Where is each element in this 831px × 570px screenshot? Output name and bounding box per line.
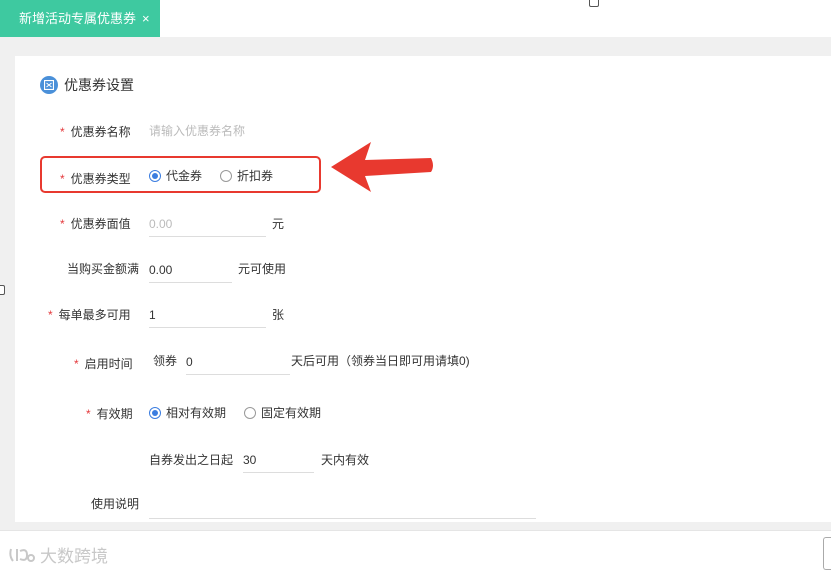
- scroll-edge-handle[interactable]: [823, 537, 831, 570]
- min-purchase-input[interactable]: [149, 258, 232, 283]
- radio-dot-icon: [244, 406, 257, 419]
- face-value-label-text: 优惠券面值: [70, 217, 131, 231]
- radio-dot-icon: [220, 169, 233, 182]
- coupon-name-label-text: 优惠券名称: [70, 125, 131, 139]
- watermark: 大数跨境: [8, 542, 108, 567]
- start-time-prefix: 领券: [153, 354, 178, 368]
- window-resize-handle[interactable]: [0, 285, 5, 295]
- radio-voucher-label: 代金券: [166, 169, 203, 183]
- radio-discount-label: 折扣券: [237, 169, 274, 183]
- validity-radio-group: 相对有效期 固定有效期: [149, 404, 337, 421]
- start-time-suffix: 天后可用（领券当日即可用请填0): [291, 354, 470, 368]
- coupon-type-label: * 优惠券类型: [60, 171, 131, 187]
- start-time-input[interactable]: [186, 350, 290, 375]
- red-arrow-annotation-icon: [331, 142, 433, 192]
- face-value-label: * 优惠券面值: [60, 216, 131, 232]
- radio-relative-validity[interactable]: 相对有效期: [149, 404, 226, 421]
- radio-dot-icon: [149, 406, 161, 419]
- radio-fixed-label: 固定有效期: [261, 406, 322, 420]
- max-per-order-label: * 每单最多可用: [48, 307, 131, 323]
- tab-close-icon[interactable]: ×: [142, 11, 150, 26]
- face-value-input[interactable]: [149, 212, 266, 237]
- start-time-label: * 启用时间: [74, 356, 133, 372]
- radio-relative-label: 相对有效期: [166, 406, 227, 420]
- coupon-type-radio-group: 代金券 折扣券: [149, 167, 289, 184]
- validity-days-input[interactable]: [243, 448, 314, 473]
- required-mark: *: [48, 308, 53, 322]
- required-mark: *: [74, 357, 79, 371]
- min-purchase-unit: 元可使用: [238, 262, 287, 276]
- usage-note-input[interactable]: [149, 494, 536, 519]
- coupon-settings-icon: [40, 76, 58, 94]
- required-mark: *: [86, 407, 91, 421]
- max-per-order-unit: 张: [272, 308, 285, 322]
- validity-label-text: 有效期: [96, 407, 133, 421]
- top-bar: 新增活动专属优惠券 ×: [0, 0, 831, 37]
- tab-title: 新增活动专属优惠券: [19, 11, 137, 26]
- coupon-name-input[interactable]: [149, 120, 279, 142]
- form-panel: [15, 56, 831, 522]
- required-mark: *: [60, 217, 65, 231]
- validity-suffix: 天内有效: [321, 453, 370, 467]
- radio-fixed-validity[interactable]: 固定有效期: [244, 404, 321, 421]
- radio-discount[interactable]: 折扣券: [220, 167, 273, 184]
- watermark-text: 大数跨境: [40, 547, 108, 566]
- section-header: 优惠券设置: [40, 75, 134, 95]
- usage-note-label: 使用说明: [91, 497, 140, 511]
- max-per-order-label-text: 每单最多可用: [58, 308, 131, 322]
- start-time-label-text: 启用时间: [84, 357, 133, 371]
- watermark-logo-icon: [9, 548, 35, 562]
- required-mark: *: [60, 172, 65, 186]
- min-purchase-label: 当购买金额满: [67, 262, 140, 276]
- required-mark: *: [60, 125, 65, 139]
- radio-dot-icon: [149, 169, 161, 182]
- face-value-unit: 元: [272, 217, 285, 231]
- window-resize-handle[interactable]: [589, 0, 599, 7]
- validity-label: * 有效期: [86, 406, 133, 422]
- radio-voucher[interactable]: 代金券: [149, 167, 202, 184]
- max-per-order-input[interactable]: [149, 303, 266, 328]
- coupon-name-label: * 优惠券名称: [60, 124, 131, 140]
- bottom-bar: [0, 530, 831, 570]
- section-title: 优惠券设置: [64, 77, 134, 93]
- validity-prefix: 自券发出之日起: [149, 453, 234, 467]
- coupon-type-label-text: 优惠券类型: [70, 172, 131, 186]
- tab-new-coupon[interactable]: 新增活动专属优惠券 ×: [0, 0, 160, 37]
